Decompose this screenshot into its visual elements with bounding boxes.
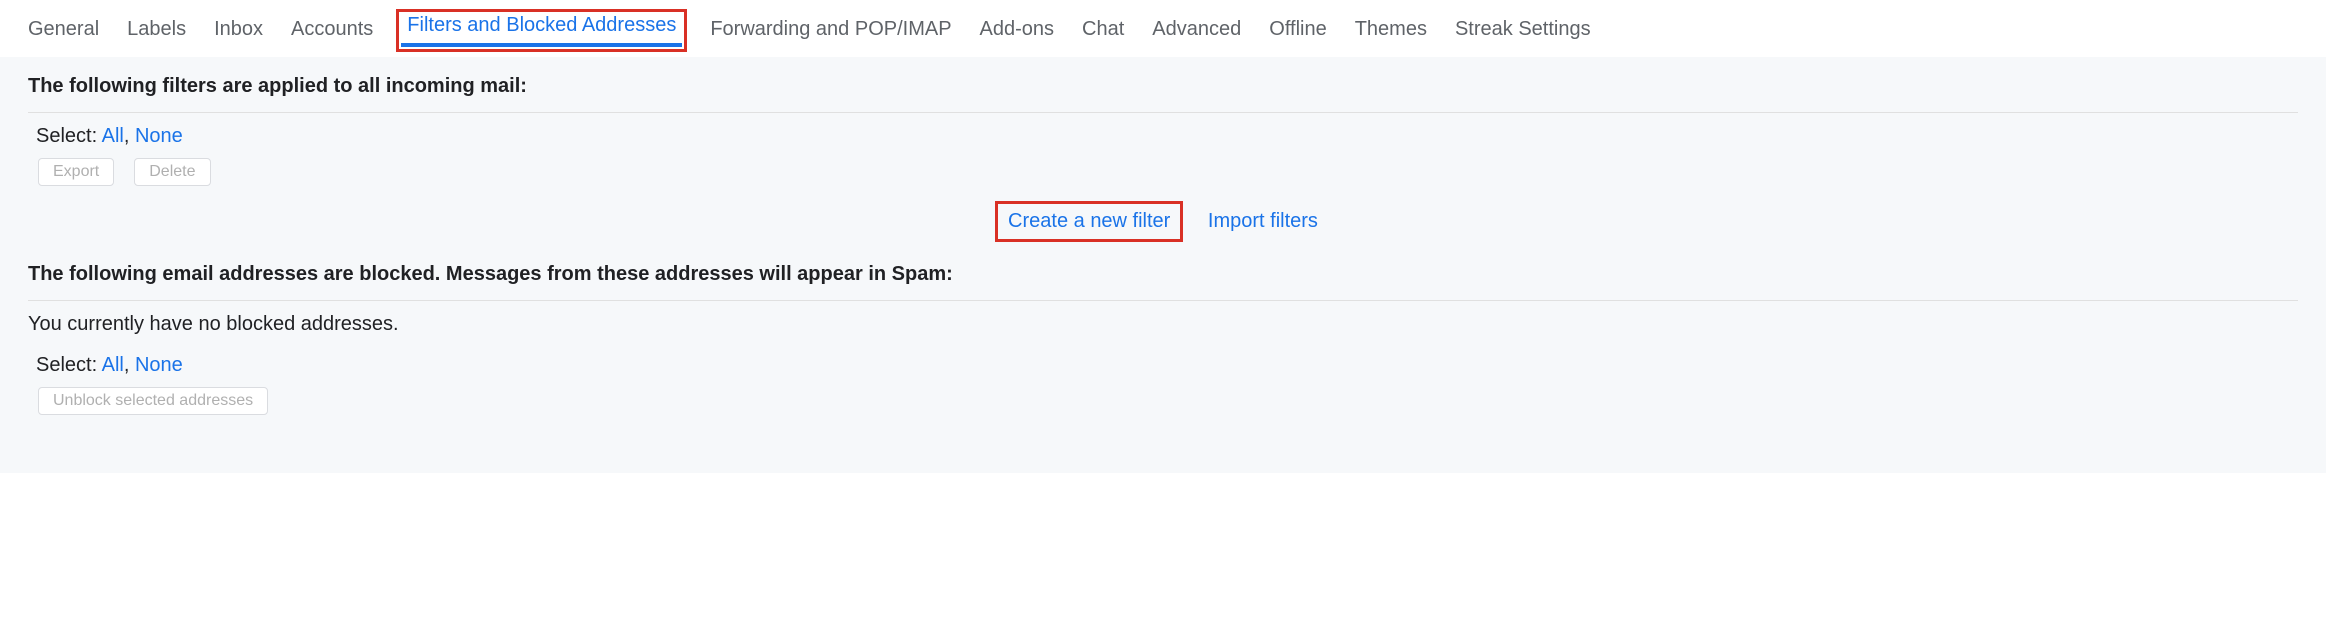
filters-select-row: Select: All, None xyxy=(36,125,2298,148)
tab-offline[interactable]: Offline xyxy=(1269,18,1326,47)
tab-addons[interactable]: Add-ons xyxy=(980,18,1055,47)
import-filters-link[interactable]: Import filters xyxy=(1198,204,1328,239)
filters-content: The following filters are applied to all… xyxy=(0,57,2326,473)
select-label: Select: xyxy=(36,125,102,147)
filters-heading: The following filters are applied to all… xyxy=(28,75,2298,113)
filter-links-row: Create a new filter Import filters xyxy=(28,204,2298,239)
filters-action-row: Export Delete xyxy=(38,158,2298,186)
settings-tabs: General Labels Inbox Accounts Filters an… xyxy=(0,0,2326,57)
blocked-heading: The following email addresses are blocke… xyxy=(28,263,2298,301)
blocked-action-row: Unblock selected addresses xyxy=(38,387,2298,415)
tab-inbox[interactable]: Inbox xyxy=(214,18,263,47)
select-all-link[interactable]: All xyxy=(102,354,124,376)
select-separator: , xyxy=(124,125,135,147)
tab-accounts[interactable]: Accounts xyxy=(291,18,373,47)
tab-labels[interactable]: Labels xyxy=(127,18,186,47)
blocked-select-row: Select: All, None xyxy=(36,354,2298,377)
tab-themes[interactable]: Themes xyxy=(1355,18,1427,47)
unblock-button[interactable]: Unblock selected addresses xyxy=(38,387,268,415)
tab-advanced[interactable]: Advanced xyxy=(1152,18,1241,47)
tab-filters-blocked[interactable]: Filters and Blocked Addresses xyxy=(401,14,682,47)
tab-forwarding[interactable]: Forwarding and POP/IMAP xyxy=(710,18,951,47)
tab-streak-settings[interactable]: Streak Settings xyxy=(1455,18,1591,47)
export-button[interactable]: Export xyxy=(38,158,114,186)
select-label: Select: xyxy=(36,354,102,376)
select-none-link[interactable]: None xyxy=(135,125,183,147)
tab-chat[interactable]: Chat xyxy=(1082,18,1124,47)
delete-button[interactable]: Delete xyxy=(134,158,210,186)
blocked-empty-message: You currently have no blocked addresses. xyxy=(28,313,2298,336)
select-separator: , xyxy=(124,354,135,376)
select-none-link[interactable]: None xyxy=(135,354,183,376)
tab-general[interactable]: General xyxy=(28,18,99,47)
select-all-link[interactable]: All xyxy=(102,125,124,147)
create-new-filter-link[interactable]: Create a new filter xyxy=(998,204,1180,239)
